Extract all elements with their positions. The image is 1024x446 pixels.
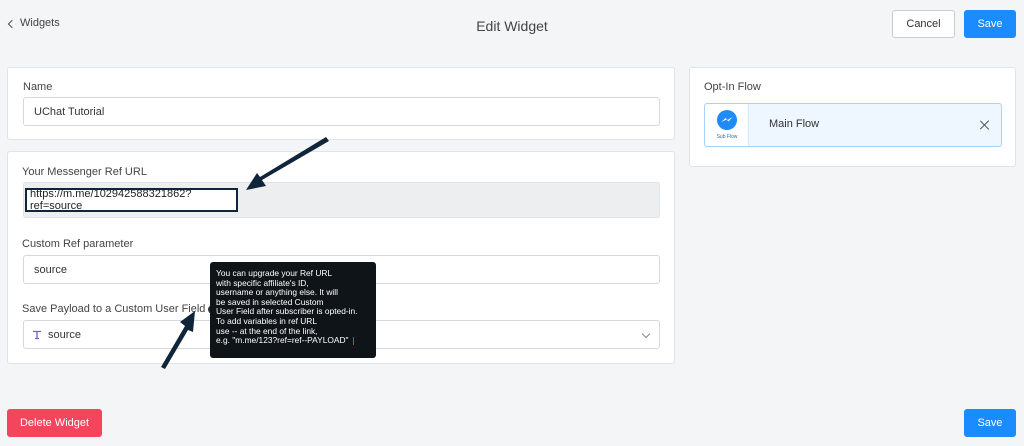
tooltip-line: e.g. "m.me/123?ref=ref--PAYLOAD": [216, 335, 370, 346]
ref-url-value[interactable]: https://m.me/102942588321862?ref=source: [25, 188, 238, 212]
save-button-bottom[interactable]: Save: [964, 409, 1016, 437]
delete-widget-button[interactable]: Delete Widget: [7, 409, 102, 437]
messenger-icon: [717, 110, 737, 130]
name-label: Name: [23, 81, 53, 93]
payload-value: source: [48, 328, 82, 341]
sub-flow-badge: Sub Flow: [716, 134, 738, 140]
chevron-down-icon: [641, 329, 651, 339]
flow-icon-box: Sub Flow: [705, 104, 749, 146]
page-title: Edit Widget: [476, 18, 548, 34]
top-bar: Widgets Edit Widget: [0, 0, 1024, 50]
save-button-top[interactable]: Save: [964, 10, 1016, 38]
text-cursor: [353, 336, 355, 345]
optin-label: Opt-In Flow: [704, 81, 761, 93]
text-field-icon: [33, 330, 41, 339]
payload-label: Save Payload to a Custom User Fieldi: [22, 303, 218, 315]
ref-url-label: Your Messenger Ref URL: [22, 166, 147, 178]
flow-name: Main Flow: [769, 118, 820, 130]
cancel-button[interactable]: Cancel: [892, 10, 955, 38]
name-card: Name UChat Tutorial: [7, 67, 675, 140]
custom-ref-label: Custom Ref parameter: [22, 238, 134, 250]
payload-tooltip: You can upgrade your Ref URL with specif…: [210, 262, 376, 358]
close-icon[interactable]: [979, 119, 991, 131]
name-input[interactable]: UChat Tutorial: [23, 97, 660, 126]
optin-flow-card: Opt-In Flow Sub Flow Main Flow: [689, 67, 1016, 167]
payload-label-text: Save Payload to a Custom User Field: [22, 303, 206, 315]
tooltip-line-text: e.g. "m.me/123?ref=ref--PAYLOAD": [216, 335, 349, 346]
flow-item[interactable]: Sub Flow Main Flow: [704, 103, 1002, 147]
